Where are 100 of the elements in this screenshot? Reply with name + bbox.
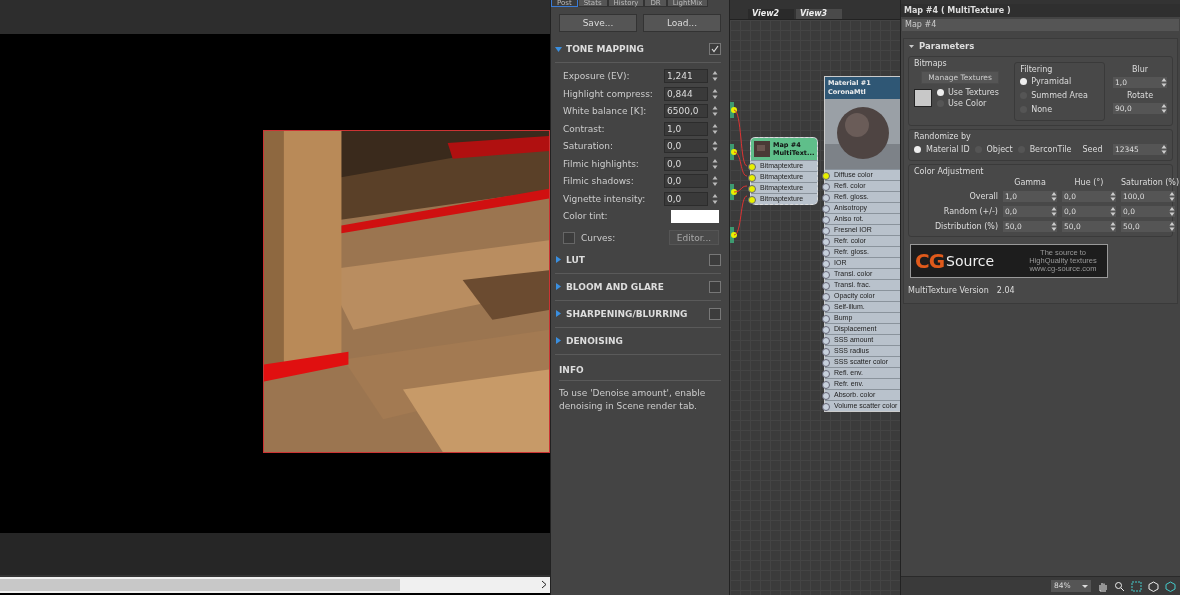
radio-label: Material ID [926,145,970,154]
spinner-arrows-icon[interactable] [1110,191,1116,202]
number-field[interactable]: 0,0 [664,174,708,188]
field-label: Exposure (EV): [563,71,631,81]
field-label: Highlight compress: [563,88,654,99]
spinner-arrows-icon[interactable] [711,175,719,187]
radio-label: Pyramidal [1031,77,1072,86]
name-field[interactable]: Map #4 [902,19,1179,31]
field-label: Blur [1131,65,1149,74]
spinner-arrows-icon[interactable] [1169,221,1175,232]
column-header: Gamma [1014,178,1046,187]
spinner-arrows-icon[interactable] [1169,206,1175,217]
material-node[interactable] [824,76,900,412]
field-label: Filmic shadows: [563,176,635,186]
section-header[interactable]: DENOISING [555,327,721,355]
view-tab[interactable]: View2 [748,9,794,19]
load-button[interactable]: Load... [643,14,721,32]
search-icon[interactable] [1114,580,1125,592]
collapsed-triangle-icon [555,256,562,263]
horizontal-scrollbar[interactable] [0,575,550,593]
section-title: LUT [566,254,586,265]
expanded-triangle-icon [555,45,562,53]
field-label: Vignette intensity: [563,193,647,204]
radio-label: BerconTile [1029,145,1072,154]
checkbox[interactable] [709,280,721,293]
checkbox[interactable] [709,43,721,55]
radio-label: Use Textures [948,88,999,97]
spinner-arrows-icon[interactable] [1161,103,1167,114]
collapsed-triangle-icon [555,310,562,317]
radio-label: Object [986,145,1013,154]
spinner-arrows-icon[interactable] [711,105,719,117]
checkbox[interactable] [709,253,721,266]
group-label: Filtering [1020,65,1054,74]
checkbox[interactable] [709,307,721,320]
field-label: Color tint: [563,211,609,221]
radio-label: None [1031,105,1053,114]
field-label: Filmic highlights: [563,158,640,169]
column-header: Hue (°) [1074,178,1104,187]
spinner-arrows-icon[interactable] [711,70,719,82]
column-header: Saturation (%) [1121,178,1180,187]
info-text: To use 'Denoise amount', enable denoising in Scene render tab. [559,386,707,413]
spinner-arrows-icon[interactable] [711,140,719,152]
view-tab[interactable]: View3 [796,9,842,19]
spinner-arrows-icon[interactable] [1051,221,1057,232]
section-title: TONE MAPPING [566,44,645,54]
row-label: Distribution (%) [934,222,998,231]
spinner-arrows-icon[interactable] [711,192,719,205]
field-label: White balance [K]: [563,106,648,116]
row-label: Random (+/-) [943,207,998,216]
number-field[interactable]: 0,0 [664,139,708,153]
group-label: Randomize by [914,132,972,141]
spinner-arrows-icon[interactable] [1161,144,1167,155]
group-label: Bitmaps [914,59,948,68]
radio-button[interactable] [937,89,944,96]
spinner-arrows-icon[interactable] [1110,206,1116,217]
number-field[interactable]: 6500,0 [664,104,708,118]
section-title: BLOOM AND GLARE [566,281,665,292]
info-title: INFO [559,360,721,381]
number-field[interactable]: 0,844 [664,86,708,101]
spinner-arrows-icon[interactable] [1051,206,1057,217]
radio-button[interactable] [1020,78,1028,85]
field-label: Curves: [581,232,617,243]
color-swatch[interactable] [671,209,719,223]
field-label: Contrast: [563,123,606,134]
chevron-right-icon[interactable] [541,579,547,589]
number-field[interactable]: 1,241 [664,69,708,83]
spinner-arrows-icon[interactable] [1169,191,1175,202]
section-header[interactable]: BLOOM AND GLARE [555,273,721,301]
version-label: MultiTexture Version [908,286,989,295]
spinner-arrows-icon[interactable] [711,122,719,135]
radio-label: Summed Area [1031,91,1088,100]
section-title: SHARPENING/BLURRING [566,308,689,319]
texture-thumbnail-icon [754,141,770,157]
spinner-arrows-icon[interactable] [1161,77,1167,88]
collapsed-triangle-icon [555,337,562,344]
spinner-arrows-icon[interactable] [1110,221,1116,232]
spinner-arrows-icon[interactable] [711,87,719,100]
field-label: Rotate [1126,91,1154,100]
section-header[interactable]: TONE MAPPING [555,36,721,63]
expanded-triangle-icon [908,42,915,50]
number-field[interactable]: 1,0 [664,121,708,136]
spinner-arrows-icon[interactable] [1051,191,1057,202]
number-field[interactable]: 0,0 [664,156,708,171]
collapsed-triangle-icon [555,283,562,290]
section-header[interactable]: LUT [555,246,721,274]
spinner-arrows-icon[interactable] [711,157,719,170]
zoom-region-icon[interactable] [1131,580,1142,592]
editor-title: Map #4 ( MultiTexture ) [901,4,1180,17]
radio-button[interactable] [914,146,921,153]
rollout-title[interactable]: Parameters [919,41,975,51]
number-field[interactable]: 0,0 [664,191,708,206]
section-header[interactable]: SHARPENING/BLURRING [555,300,721,328]
section-title: DENOISING [566,335,624,346]
color-swatch[interactable] [914,89,932,107]
field-label: Saturation: [563,141,614,151]
radio-label: Use Color [948,99,987,108]
save-button[interactable]: Save... [559,14,637,32]
field-label: Seed [1082,145,1103,154]
row-label: Overall [969,192,998,201]
group-label: Color Adjustment [914,167,985,176]
